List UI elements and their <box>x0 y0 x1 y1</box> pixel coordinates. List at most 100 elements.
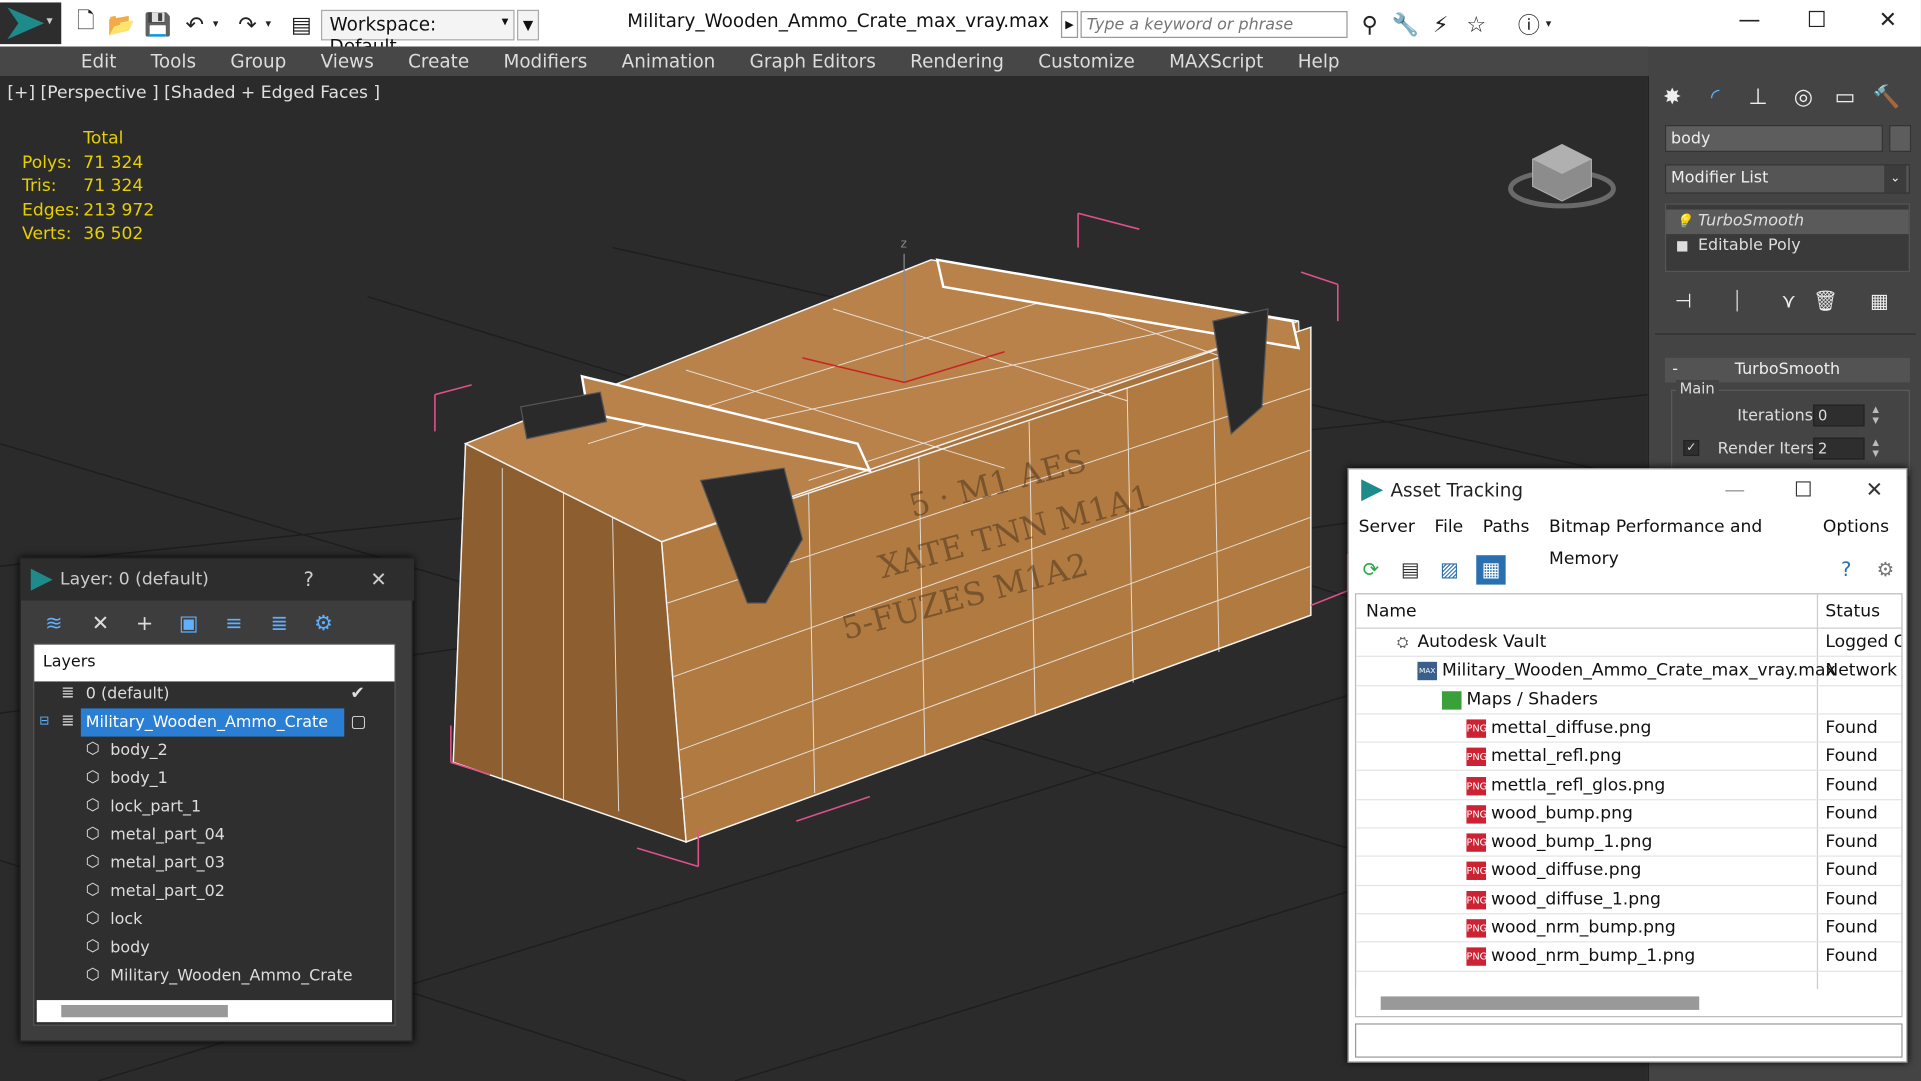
layer-object-row[interactable]: ⬡ metal_part_02 <box>34 878 394 906</box>
column-status[interactable]: Status <box>1825 594 1880 628</box>
configure-modifier-sets-icon[interactable]: ▦ <box>1865 287 1894 316</box>
add-to-layer-icon[interactable]: + <box>129 608 161 640</box>
binoculars-icon[interactable]: ⚲ <box>1355 10 1384 39</box>
scrollbar-thumb[interactable] <box>1380 996 1700 1010</box>
show-end-result-icon[interactable]: ⏐ <box>1722 287 1751 316</box>
layer-object-row[interactable]: ⬡ lock_part_1 <box>34 793 394 821</box>
column-name[interactable]: Name <box>1366 594 1417 628</box>
maximize-button[interactable]: ☐ <box>1792 5 1841 37</box>
asset-row[interactable]: PNG mettla_refl_glos.png Found <box>1356 772 1902 801</box>
menu-paths[interactable]: Paths <box>1483 511 1530 543</box>
layer-row[interactable]: ⊟ ≣ Military_Wooden_Ammo_Crate ▢ <box>34 708 394 737</box>
lightbulb-icon[interactable]: 💡 <box>1676 210 1693 235</box>
asset-row[interactable]: PNG wood_bump.png Found <box>1356 800 1902 829</box>
hierarchy-tab-icon[interactable]: ⊥ <box>1741 81 1775 115</box>
utilities-tab-icon[interactable]: 🔨 <box>1870 81 1904 115</box>
minimize-button[interactable]: — <box>1725 5 1774 37</box>
motion-tab-icon[interactable]: ◎ <box>1786 81 1820 115</box>
layer-object-row[interactable]: ⬡ Military_Wooden_Ammo_Crate <box>34 962 394 990</box>
layer-object-row[interactable]: ⬡ metal_part_04 <box>34 821 394 849</box>
menu-maxscript[interactable]: MAXScript <box>1169 47 1263 76</box>
search-expand-icon[interactable]: ▶ <box>1060 11 1079 38</box>
menu-server[interactable]: Server <box>1359 511 1415 543</box>
set-current-layer-icon[interactable]: ≣ <box>263 608 295 640</box>
select-objects-icon[interactable]: ▣ <box>173 608 205 640</box>
table-view-icon[interactable]: ▦ <box>1476 555 1506 585</box>
menu-file[interactable]: File <box>1434 511 1463 543</box>
iterations-spinner[interactable]: 0 <box>1813 404 1865 427</box>
menu-options[interactable]: Options <box>1823 511 1889 543</box>
communication-center-icon[interactable]: ⚡ <box>1426 10 1455 39</box>
asset-row[interactable]: PNG wood_bump_1.png Found <box>1356 829 1902 858</box>
asset-row[interactable]: PNG wood_diffuse_1.png Found <box>1356 886 1902 915</box>
menu-edit[interactable]: Edit <box>81 47 117 76</box>
menu-tools[interactable]: Tools <box>151 47 196 76</box>
asset-row[interactable]: PNG wood_nrm_bump.png Found <box>1356 914 1902 943</box>
list-view-icon[interactable]: ▤ <box>1395 555 1424 584</box>
open-file-icon[interactable]: 📂 <box>107 10 136 39</box>
help-dropdown-icon[interactable]: ▾ <box>1541 10 1556 39</box>
menu-rendering[interactable]: Rendering <box>910 47 1004 76</box>
layer-row[interactable]: ≣ 0 (default) ✔ <box>34 680 394 708</box>
pin-stack-icon[interactable]: ⊣ <box>1669 287 1698 316</box>
favorites-star-icon[interactable]: ☆ <box>1462 10 1491 39</box>
asset-row[interactable]: Maps / Shaders <box>1356 686 1902 715</box>
set-current-checkbox[interactable]: ▢ <box>350 708 366 736</box>
minimize-button[interactable]: — <box>1710 472 1759 509</box>
thumbnail-view-icon[interactable]: ▨ <box>1435 555 1464 584</box>
menu-group[interactable]: Group <box>230 47 286 76</box>
app-menu-button[interactable]: ▾ <box>0 2 62 45</box>
settings-help-icon[interactable]: ⚙ <box>1871 555 1900 584</box>
modifier-list-dropdown[interactable]: Modifier List ⌄ <box>1664 164 1910 194</box>
menu-create[interactable]: Create <box>408 47 469 76</box>
asset-row[interactable]: MAX Military_Wooden_Ammo_Crate_max_vray.m… <box>1356 657 1902 686</box>
menu-help[interactable]: Help <box>1298 47 1340 76</box>
layer-object-row[interactable]: ⬡ body <box>34 934 394 962</box>
asset-path-field[interactable] <box>1354 1023 1903 1058</box>
render-iters-checkbox[interactable]: ✓ <box>1683 439 1700 456</box>
make-unique-icon[interactable]: ⋎ <box>1774 287 1803 316</box>
create-tab-icon[interactable]: ✸ <box>1655 81 1689 115</box>
close-button[interactable]: ✕ <box>361 561 395 598</box>
close-button[interactable]: ✕ <box>1863 5 1912 37</box>
viewport-label-menu[interactable]: [+] [Perspective ] [Shaded + Edged Faces… <box>7 83 380 103</box>
layer-object-row[interactable]: ⬡ metal_part_03 <box>34 849 394 877</box>
project-folder-icon[interactable]: ▤ <box>287 10 316 39</box>
object-name-field[interactable] <box>1664 125 1883 152</box>
create-layer-icon[interactable]: ≋ <box>38 608 70 640</box>
asset-row[interactable]: PNG wood_nrm_bump_1.png Found <box>1356 943 1902 972</box>
spinner-arrows-icon[interactable]: ▲ ▼ <box>1870 438 1882 460</box>
layer-object-row[interactable]: ⬡ body_1 <box>34 765 394 793</box>
help-icon[interactable]: ? <box>1832 555 1861 584</box>
refresh-icon[interactable]: ⟳ <box>1356 555 1385 584</box>
menu-views[interactable]: Views <box>321 47 374 76</box>
undo-dropdown-icon[interactable]: ▾ <box>208 10 223 39</box>
spinner-arrows-icon[interactable]: ▲ ▼ <box>1870 404 1882 426</box>
menu-bitmap-performance[interactable]: Bitmap Performance and Memory <box>1549 511 1803 568</box>
layer-window-titlebar[interactable]: Layer: 0 (default) <box>20 558 415 601</box>
layer-object-row[interactable]: ⬡ lock <box>34 906 394 934</box>
maximize-button[interactable]: ☐ <box>1779 472 1828 509</box>
wrench-icon[interactable]: 🔧 <box>1390 10 1419 39</box>
expand-plus-icon[interactable]: ■ <box>1676 234 1689 259</box>
redo-icon[interactable]: ↷ <box>233 10 262 39</box>
workspace-select[interactable]: Workspace: Default▾ <box>320 9 515 58</box>
new-file-icon[interactable]: 🗋 <box>71 9 100 39</box>
horizontal-scrollbar[interactable] <box>1356 989 1902 1017</box>
redo-dropdown-icon[interactable]: ▾ <box>261 10 276 39</box>
save-icon[interactable]: 💾 <box>143 10 172 39</box>
object-color-swatch[interactable] <box>1889 125 1912 152</box>
help-icon[interactable]: ⓘ <box>1514 10 1543 39</box>
scrollbar-thumb[interactable] <box>61 1004 228 1018</box>
layer-object-row[interactable]: ⬡ body_2 <box>34 737 394 765</box>
undo-icon[interactable]: ↶ <box>180 10 209 39</box>
remove-modifier-icon[interactable]: 🗑 <box>1811 287 1840 316</box>
delete-layer-icon[interactable]: ✕ <box>85 608 117 640</box>
stack-item-editable-poly[interactable]: ■ Editable Poly <box>1666 234 1909 259</box>
menu-modifiers[interactable]: Modifiers <box>503 47 587 76</box>
workspace-menu-button[interactable]: ▼ <box>516 9 540 41</box>
display-tab-icon[interactable]: ▭ <box>1828 81 1862 115</box>
menu-customize[interactable]: Customize <box>1038 47 1134 76</box>
current-layer-check-icon[interactable]: ✔ <box>350 680 364 708</box>
asset-row[interactable]: PNG mettal_diffuse.png Found <box>1356 714 1902 743</box>
